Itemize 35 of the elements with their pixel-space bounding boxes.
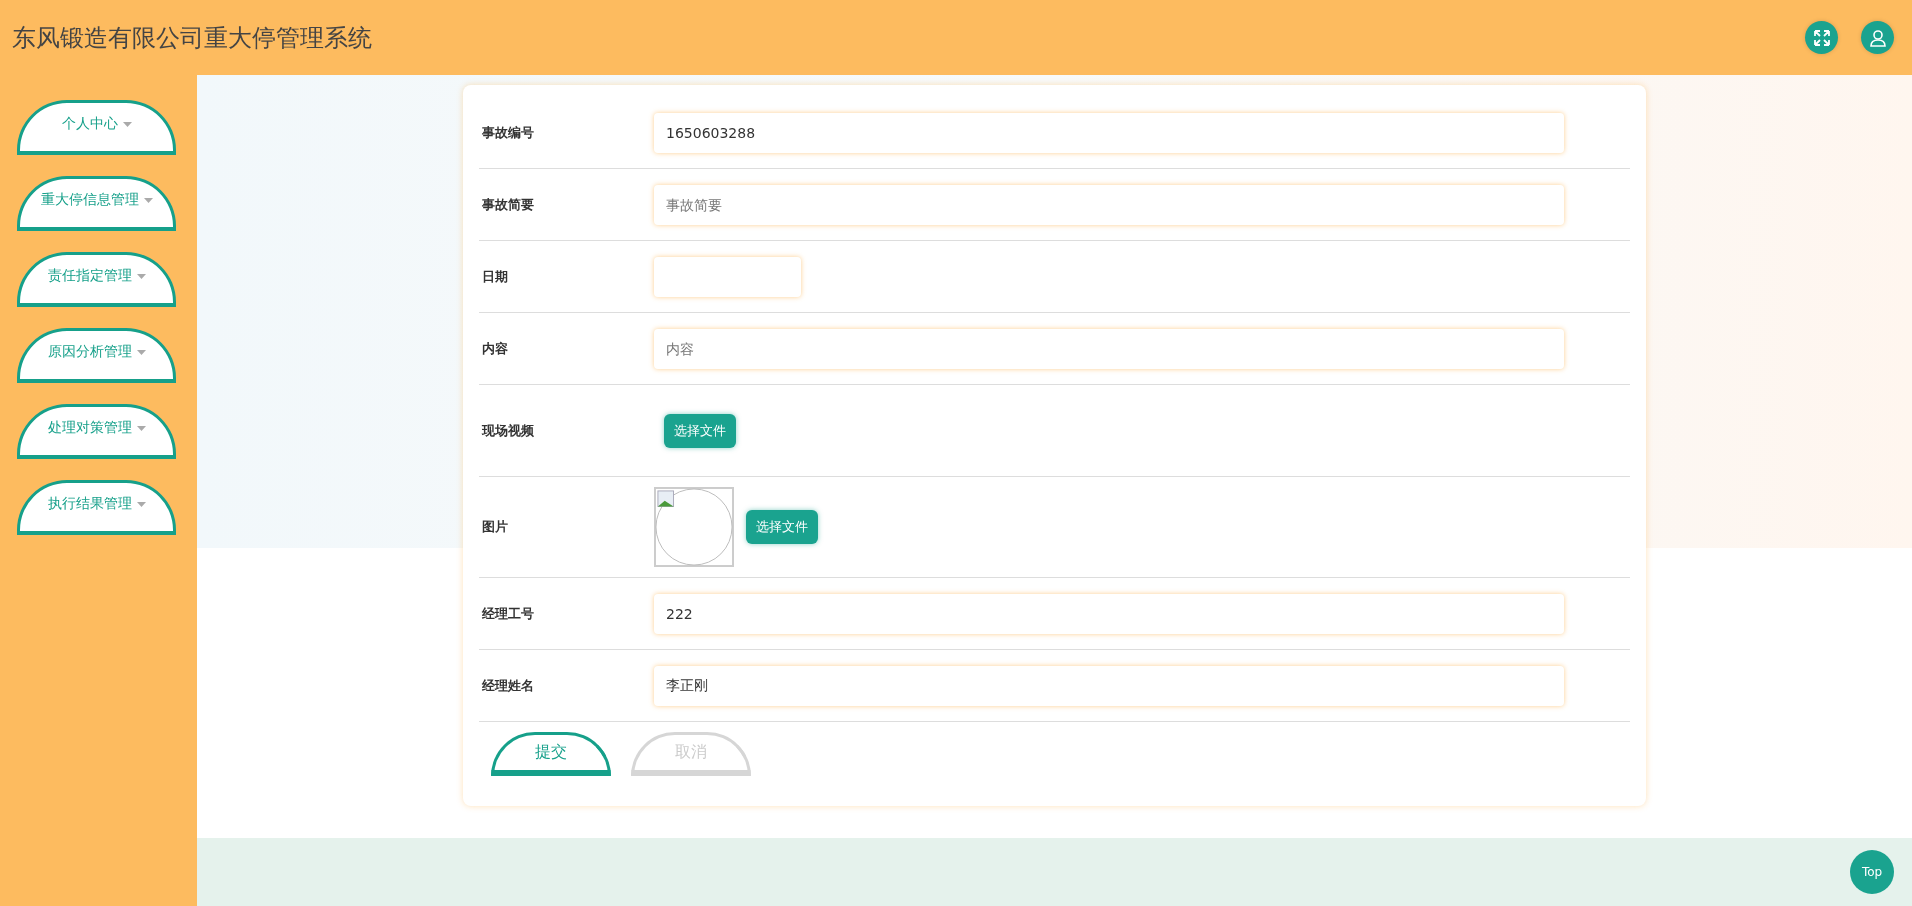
user-icon [1868, 28, 1887, 47]
caret-icon [122, 121, 132, 127]
sidebar-menu-button[interactable]: 重大停信息管理 [17, 176, 176, 231]
caret-icon [136, 425, 146, 431]
input-field[interactable]: 内容 [654, 328, 1564, 369]
field-label: 经理姓名 [481, 676, 535, 695]
field-label: 图片 [481, 518, 509, 536]
sidebar-menu-button[interactable]: 处理对策管理 [17, 404, 176, 459]
input-field[interactable]: 李正刚 [654, 665, 1564, 706]
sidebar-menu-button[interactable]: 个人中心 [17, 100, 176, 155]
sidebar-menu-button[interactable]: 执行结果管理 [17, 480, 176, 535]
field-label: 事故编号 [481, 123, 535, 142]
back-to-top-button[interactable]: Top [1850, 850, 1894, 894]
sidebar-menu-button[interactable]: 原因分析管理 [17, 328, 176, 383]
caret-icon [136, 273, 146, 279]
field-label: 日期 [481, 267, 509, 286]
input-field[interactable]: 1650603288 [654, 112, 1564, 153]
user-button[interactable] [1861, 21, 1894, 54]
field-label: 经理工号 [481, 604, 535, 623]
caret-icon [143, 197, 153, 203]
date-field[interactable] [654, 256, 801, 297]
sidebar-menu-button[interactable]: 责任指定管理 [17, 252, 176, 307]
field-label: 内容 [481, 339, 509, 358]
choose-file-button[interactable]: 选择文件 [664, 413, 736, 448]
fullscreen-button[interactable] [1805, 21, 1838, 54]
field-label: 现场视频 [480, 421, 535, 440]
caret-icon [136, 349, 146, 355]
input-field[interactable]: 222 [654, 593, 1564, 634]
caret-icon [136, 501, 146, 507]
field-label: 事故简要 [481, 195, 535, 214]
choose-file-button[interactable]: 选择文件 [746, 510, 818, 544]
input-field[interactable]: 事故简要 [654, 184, 1564, 225]
expand-arrows-icon [1812, 28, 1831, 47]
app-title: 东风锻造有限公司重大停管理系统 [12, 22, 372, 54]
submit-button[interactable]: 提交 [491, 732, 611, 776]
